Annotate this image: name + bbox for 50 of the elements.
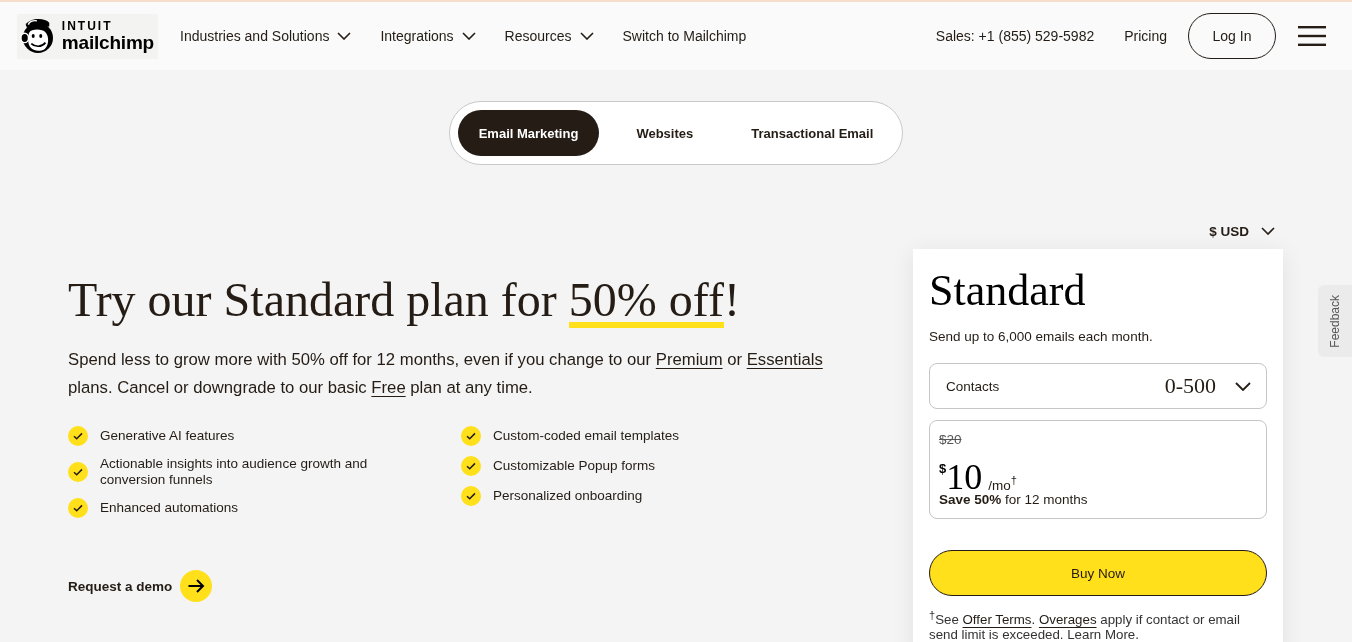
nav-menu-item[interactable]: Industries and Solutions <box>180 28 352 44</box>
intro-paragraph: Spend less to grow more with 50% off for 12 months, even if you change to our Premium or Essentials plans. Cancel or downgrade to our basic Free plan at any time. <box>68 349 824 399</box>
sales-phone-link[interactable]: Sales: +1 (855) 529-5982 <box>935 28 1095 44</box>
feature-text: Personalized onboarding <box>493 488 643 504</box>
price-period: /mo$^{†}$ <box>988 473 1017 492</box>
check-icon <box>68 426 88 446</box>
plan-link[interactable]: Free <box>371 378 406 397</box>
contacts-value: 0-500 <box>1164 373 1216 399</box>
check-icon <box>68 498 88 518</box>
plan-name: Standard <box>929 267 1087 315</box>
check-icon <box>461 456 481 476</box>
offer-footnote: $^{†}$See Offer Terms. Overages apply if contact or email send limit is exceeded. Learn More. <box>929 608 1241 642</box>
plan-description: Send up to 6,000 emails each month. <box>929 328 1154 346</box>
check-icon <box>461 486 481 506</box>
product-tab[interactable]: Transactional Email <box>730 110 895 156</box>
feature-text: Enhanced automations <box>100 500 239 516</box>
arrow-right-icon <box>180 570 213 602</box>
menu-icon <box>1298 26 1326 46</box>
contacts-label: Contacts <box>946 378 1001 394</box>
footnote-link[interactable]: Overages <box>1038 612 1097 628</box>
request-demo-link[interactable]: Request a demo <box>68 570 213 602</box>
currency-select[interactable]: $ USD <box>1209 221 1275 241</box>
chevron-down-icon <box>1261 227 1275 235</box>
footnote-link[interactable]: Offer Terms <box>962 612 1032 628</box>
check-icon <box>68 462 88 482</box>
nav-menu-item[interactable]: Switch to Mailchimp <box>622 28 747 44</box>
monkey-icon <box>20 16 56 56</box>
menu-button[interactable] <box>1298 26 1326 46</box>
buy-now-button[interactable]: Buy Now <box>929 550 1267 596</box>
feature-text: Customizable Popup forms <box>493 458 656 474</box>
original-price: $20 <box>939 431 963 449</box>
plan-link[interactable]: Essentials <box>746 350 823 369</box>
nav-menu-item[interactable]: Integrations <box>380 28 476 44</box>
product-tab[interactable]: Email Marketing <box>457 110 600 156</box>
feature-text: Generative AI features <box>100 428 235 444</box>
pricing-link[interactable]: Pricing <box>1124 28 1167 44</box>
product-tab[interactable]: Websites <box>615 110 715 156</box>
contacts-select[interactable]: Contacts 0-500 <box>929 363 1267 409</box>
logo-wordmark: mailchimp <box>61 31 154 53</box>
savings-text: Save 50% for 12 months <box>939 491 1089 509</box>
feedback-tab[interactable]: Feedback <box>1318 285 1352 357</box>
chevron-down-icon <box>1235 381 1251 391</box>
check-icon <box>461 426 481 446</box>
hero-headline: Try our Standard plan for 50% off! <box>68 273 741 326</box>
logo-small-text: INTUIT <box>61 19 113 32</box>
feature-text: Custom-coded email templates <box>493 428 680 444</box>
nav-menu-item[interactable]: Resources <box>504 28 594 44</box>
plan-link[interactable]: Premium <box>655 350 723 369</box>
feature-text: Actionable insights into audience growth and conversion funnels <box>100 456 369 488</box>
logo-link[interactable]: INTUIT mailchimp <box>17 13 158 59</box>
